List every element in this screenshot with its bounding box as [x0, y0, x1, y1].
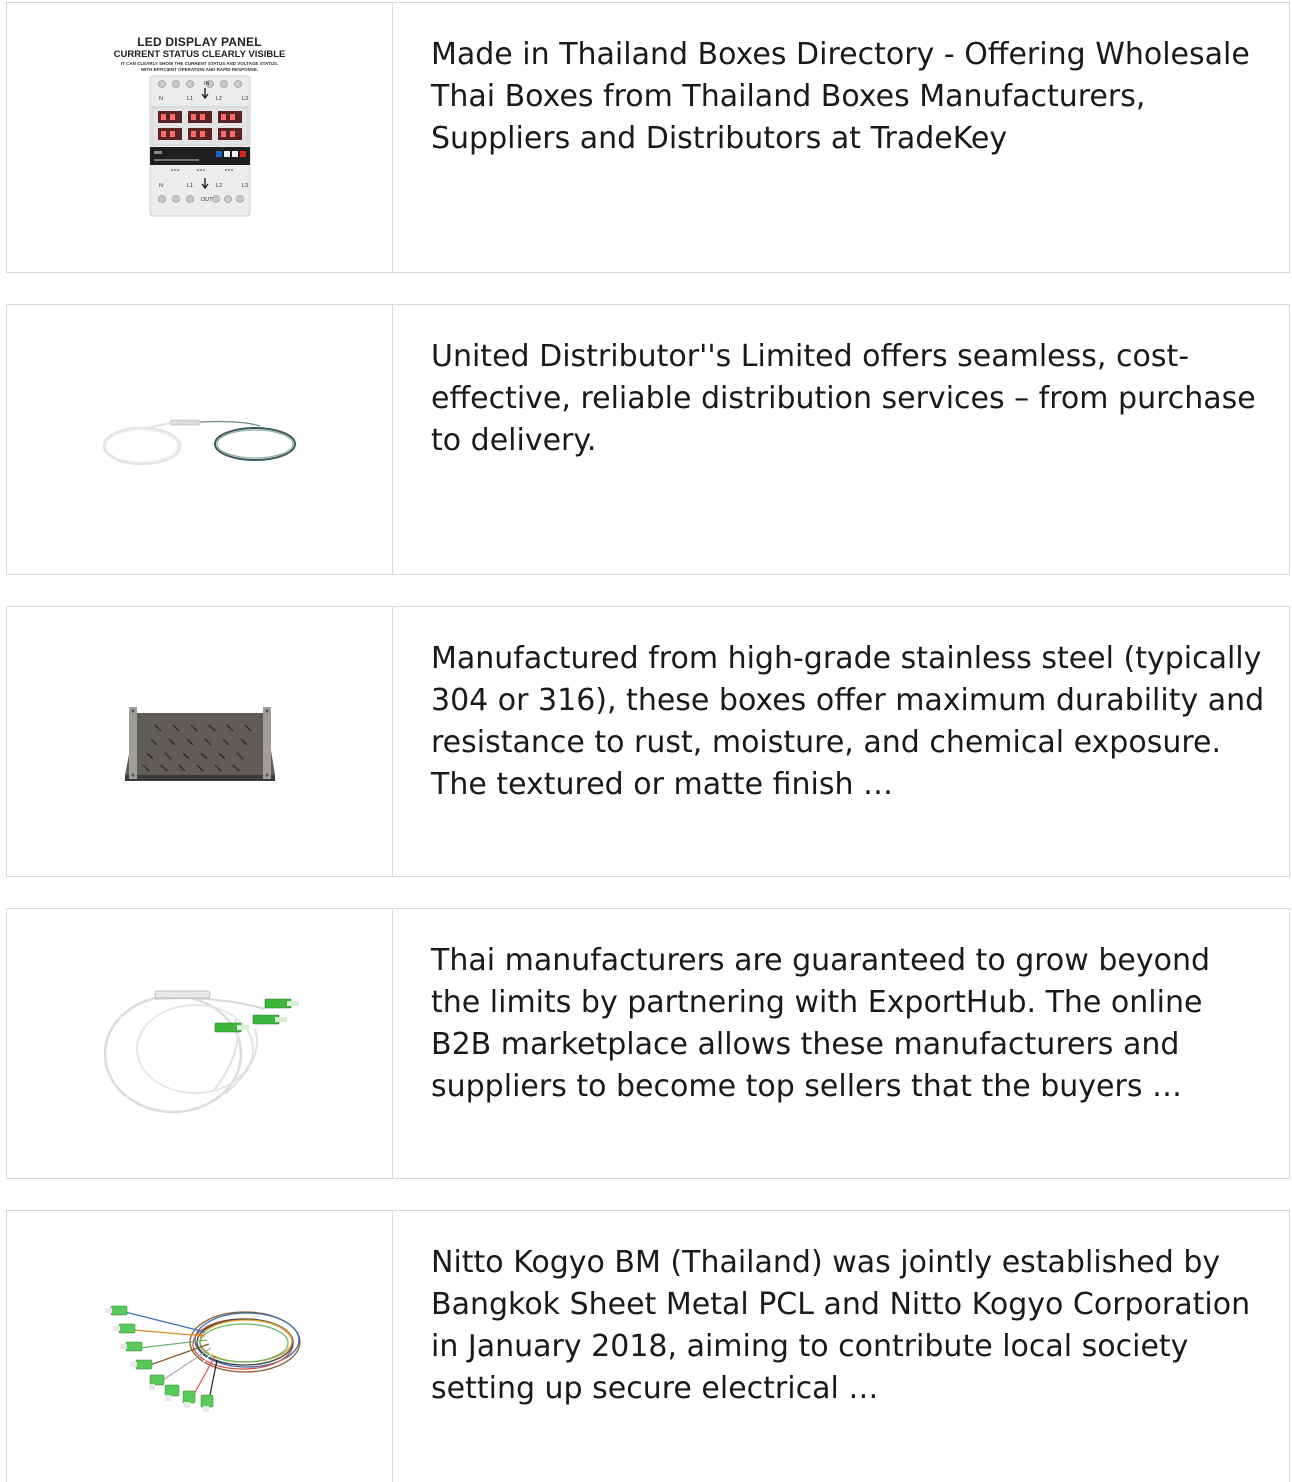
item-description[interactable]: United Distributor''s Limited offers sea…	[393, 305, 1289, 574]
label-l2-top: L2	[216, 96, 222, 102]
image-subtitle: CURRENT STATUS CLEARLY VISIBLE	[113, 49, 286, 60]
product-image[interactable]	[7, 909, 393, 1178]
result-list: LED DISPLAY PANEL CURRENT STATUS CLEARLY…	[6, 2, 1292, 1482]
item-description[interactable]: Made in Thailand Boxes Directory - Offer…	[393, 3, 1289, 272]
label-out: OUT	[201, 197, 213, 203]
led-panel-image: LED DISPLAY PANEL CURRENT STATUS CLEARLY…	[110, 35, 290, 240]
fiber-pigtail-bundle-image	[104, 1305, 301, 1412]
item-description[interactable]: Thai manufacturers are guaranteed to gro…	[393, 909, 1289, 1178]
label-n-bottom: N	[159, 183, 163, 189]
product-image[interactable]	[7, 607, 393, 876]
list-item[interactable]: Thai manufacturers are guaranteed to gro…	[6, 908, 1290, 1179]
label-l1-bottom: L1	[187, 183, 193, 189]
fiber-splitter-sc-image	[103, 990, 299, 1113]
label-l1-top: L1	[187, 96, 193, 102]
rack-shelf-image	[124, 706, 275, 781]
label-in: IN	[204, 81, 210, 87]
label-l3-top: L3	[242, 96, 248, 102]
product-image[interactable]: LED DISPLAY PANEL CURRENT STATUS CLEARLY…	[7, 3, 393, 272]
item-description[interactable]: Nitto Kogyo BM (Thailand) was jointly es…	[393, 1211, 1289, 1482]
item-description[interactable]: Manufactured from high-grade stainless s…	[393, 607, 1289, 876]
product-image[interactable]	[7, 305, 393, 574]
product-image[interactable]	[7, 1211, 393, 1482]
list-item[interactable]: United Distributor''s Limited offers sea…	[6, 304, 1290, 575]
voltage-protector-device: N L1 IN L2 L3 N L1 OUT L2 L3	[149, 75, 250, 217]
label-l3-bottom: L3	[242, 183, 248, 189]
list-item[interactable]: LED DISPLAY PANEL CURRENT STATUS CLEARLY…	[6, 2, 1290, 273]
label-n-top: N	[159, 96, 163, 102]
list-item[interactable]: Manufactured from high-grade stainless s…	[6, 606, 1290, 877]
fiber-splitter-image	[102, 419, 296, 465]
list-item[interactable]: Nitto Kogyo BM (Thailand) was jointly es…	[6, 1210, 1290, 1482]
image-title: LED DISPLAY PANEL	[137, 35, 262, 49]
label-l2-bottom: L2	[216, 183, 222, 189]
